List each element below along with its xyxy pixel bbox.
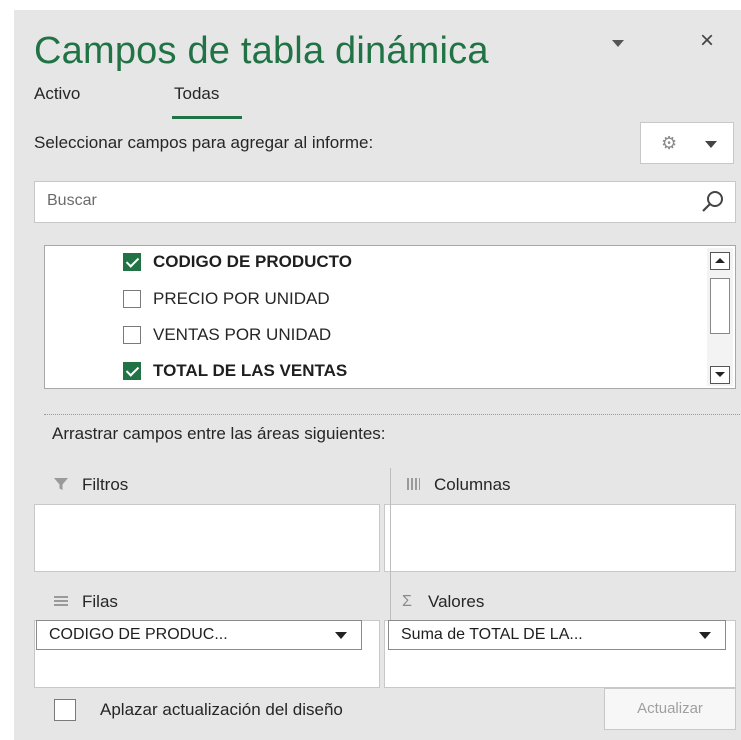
chevron-down-icon[interactable] <box>699 632 711 639</box>
filters-label: Filtros <box>82 475 129 494</box>
field-label: PRECIO POR UNIDAD <box>153 289 330 308</box>
field-item[interactable]: CODIGO DE PRODUCTO <box>123 248 352 276</box>
active-tab-indicator <box>172 116 242 119</box>
tab-activo[interactable]: Activo <box>34 84 80 104</box>
search-input[interactable] <box>35 182 699 220</box>
tab-todas[interactable]: Todas <box>174 84 219 104</box>
values-field-label: Suma de TOTAL DE LA... <box>401 626 583 643</box>
defer-update-label: Aplazar actualización del diseño <box>100 700 343 719</box>
rows-area-header: Filas <box>52 592 118 612</box>
scroll-up-button[interactable] <box>710 252 730 270</box>
pane-title: Campos de tabla dinámica <box>34 30 489 72</box>
columns-area-header: Columnas <box>404 475 511 495</box>
tools-button[interactable]: ⚙ <box>640 122 734 164</box>
field-label: TOTAL DE LAS VENTAS <box>153 361 348 380</box>
defer-update-checkbox[interactable] <box>54 699 76 721</box>
field-item[interactable]: VENTAS POR UNIDAD <box>123 321 331 349</box>
chevron-down-icon <box>705 141 717 148</box>
rows-icon <box>52 593 70 611</box>
update-button[interactable]: Actualizar <box>604 688 736 730</box>
field-checkbox[interactable] <box>123 362 141 380</box>
columns-label: Columnas <box>434 475 511 494</box>
filters-drop-zone[interactable] <box>34 504 380 572</box>
field-checkbox[interactable] <box>123 253 141 271</box>
values-area-header: Σ Valores <box>398 592 484 612</box>
field-label: CODIGO DE PRODUCTO <box>153 252 352 271</box>
rows-label: Filas <box>82 592 118 611</box>
search-box <box>34 181 736 223</box>
field-checkbox[interactable] <box>123 290 141 308</box>
gear-icon: ⚙ <box>661 133 678 153</box>
rows-field-pill[interactable]: CODIGO DE PRODUC... <box>36 620 362 650</box>
field-list: CODIGO DE PRODUCTO PRECIO POR UNIDAD VEN… <box>44 245 736 389</box>
rows-field-label: CODIGO DE PRODUC... <box>49 626 228 643</box>
areas-section-label: Arrastrar campos entre las áreas siguien… <box>52 424 386 443</box>
scroll-thumb[interactable] <box>710 278 730 334</box>
sigma-icon: Σ <box>402 593 412 610</box>
field-item[interactable]: TOTAL DE LAS VENTAS <box>123 357 347 385</box>
field-checkbox[interactable] <box>123 326 141 344</box>
section-divider <box>44 414 741 415</box>
field-label: VENTAS POR UNIDAD <box>153 325 332 344</box>
filters-area-header: Filtros <box>52 475 128 495</box>
chevron-down-icon[interactable] <box>335 632 347 639</box>
chevron-down-icon[interactable] <box>610 36 628 54</box>
columns-icon <box>404 476 422 494</box>
search-icon[interactable] <box>699 188 727 216</box>
scroll-down-button[interactable] <box>710 366 730 384</box>
filter-icon <box>52 476 70 494</box>
values-field-pill[interactable]: Suma de TOTAL DE LA... <box>388 620 726 650</box>
fields-section-label: Seleccionar campos para agregar al infor… <box>34 133 374 152</box>
pivot-field-list-pane: Campos de tabla dinámica × Activo Todas … <box>14 10 741 740</box>
close-button[interactable]: × <box>694 28 720 54</box>
field-item[interactable]: PRECIO POR UNIDAD <box>123 285 330 313</box>
field-list-scrollbar[interactable] <box>707 248 733 386</box>
values-label: Valores <box>428 592 485 611</box>
columns-drop-zone[interactable] <box>384 504 736 572</box>
